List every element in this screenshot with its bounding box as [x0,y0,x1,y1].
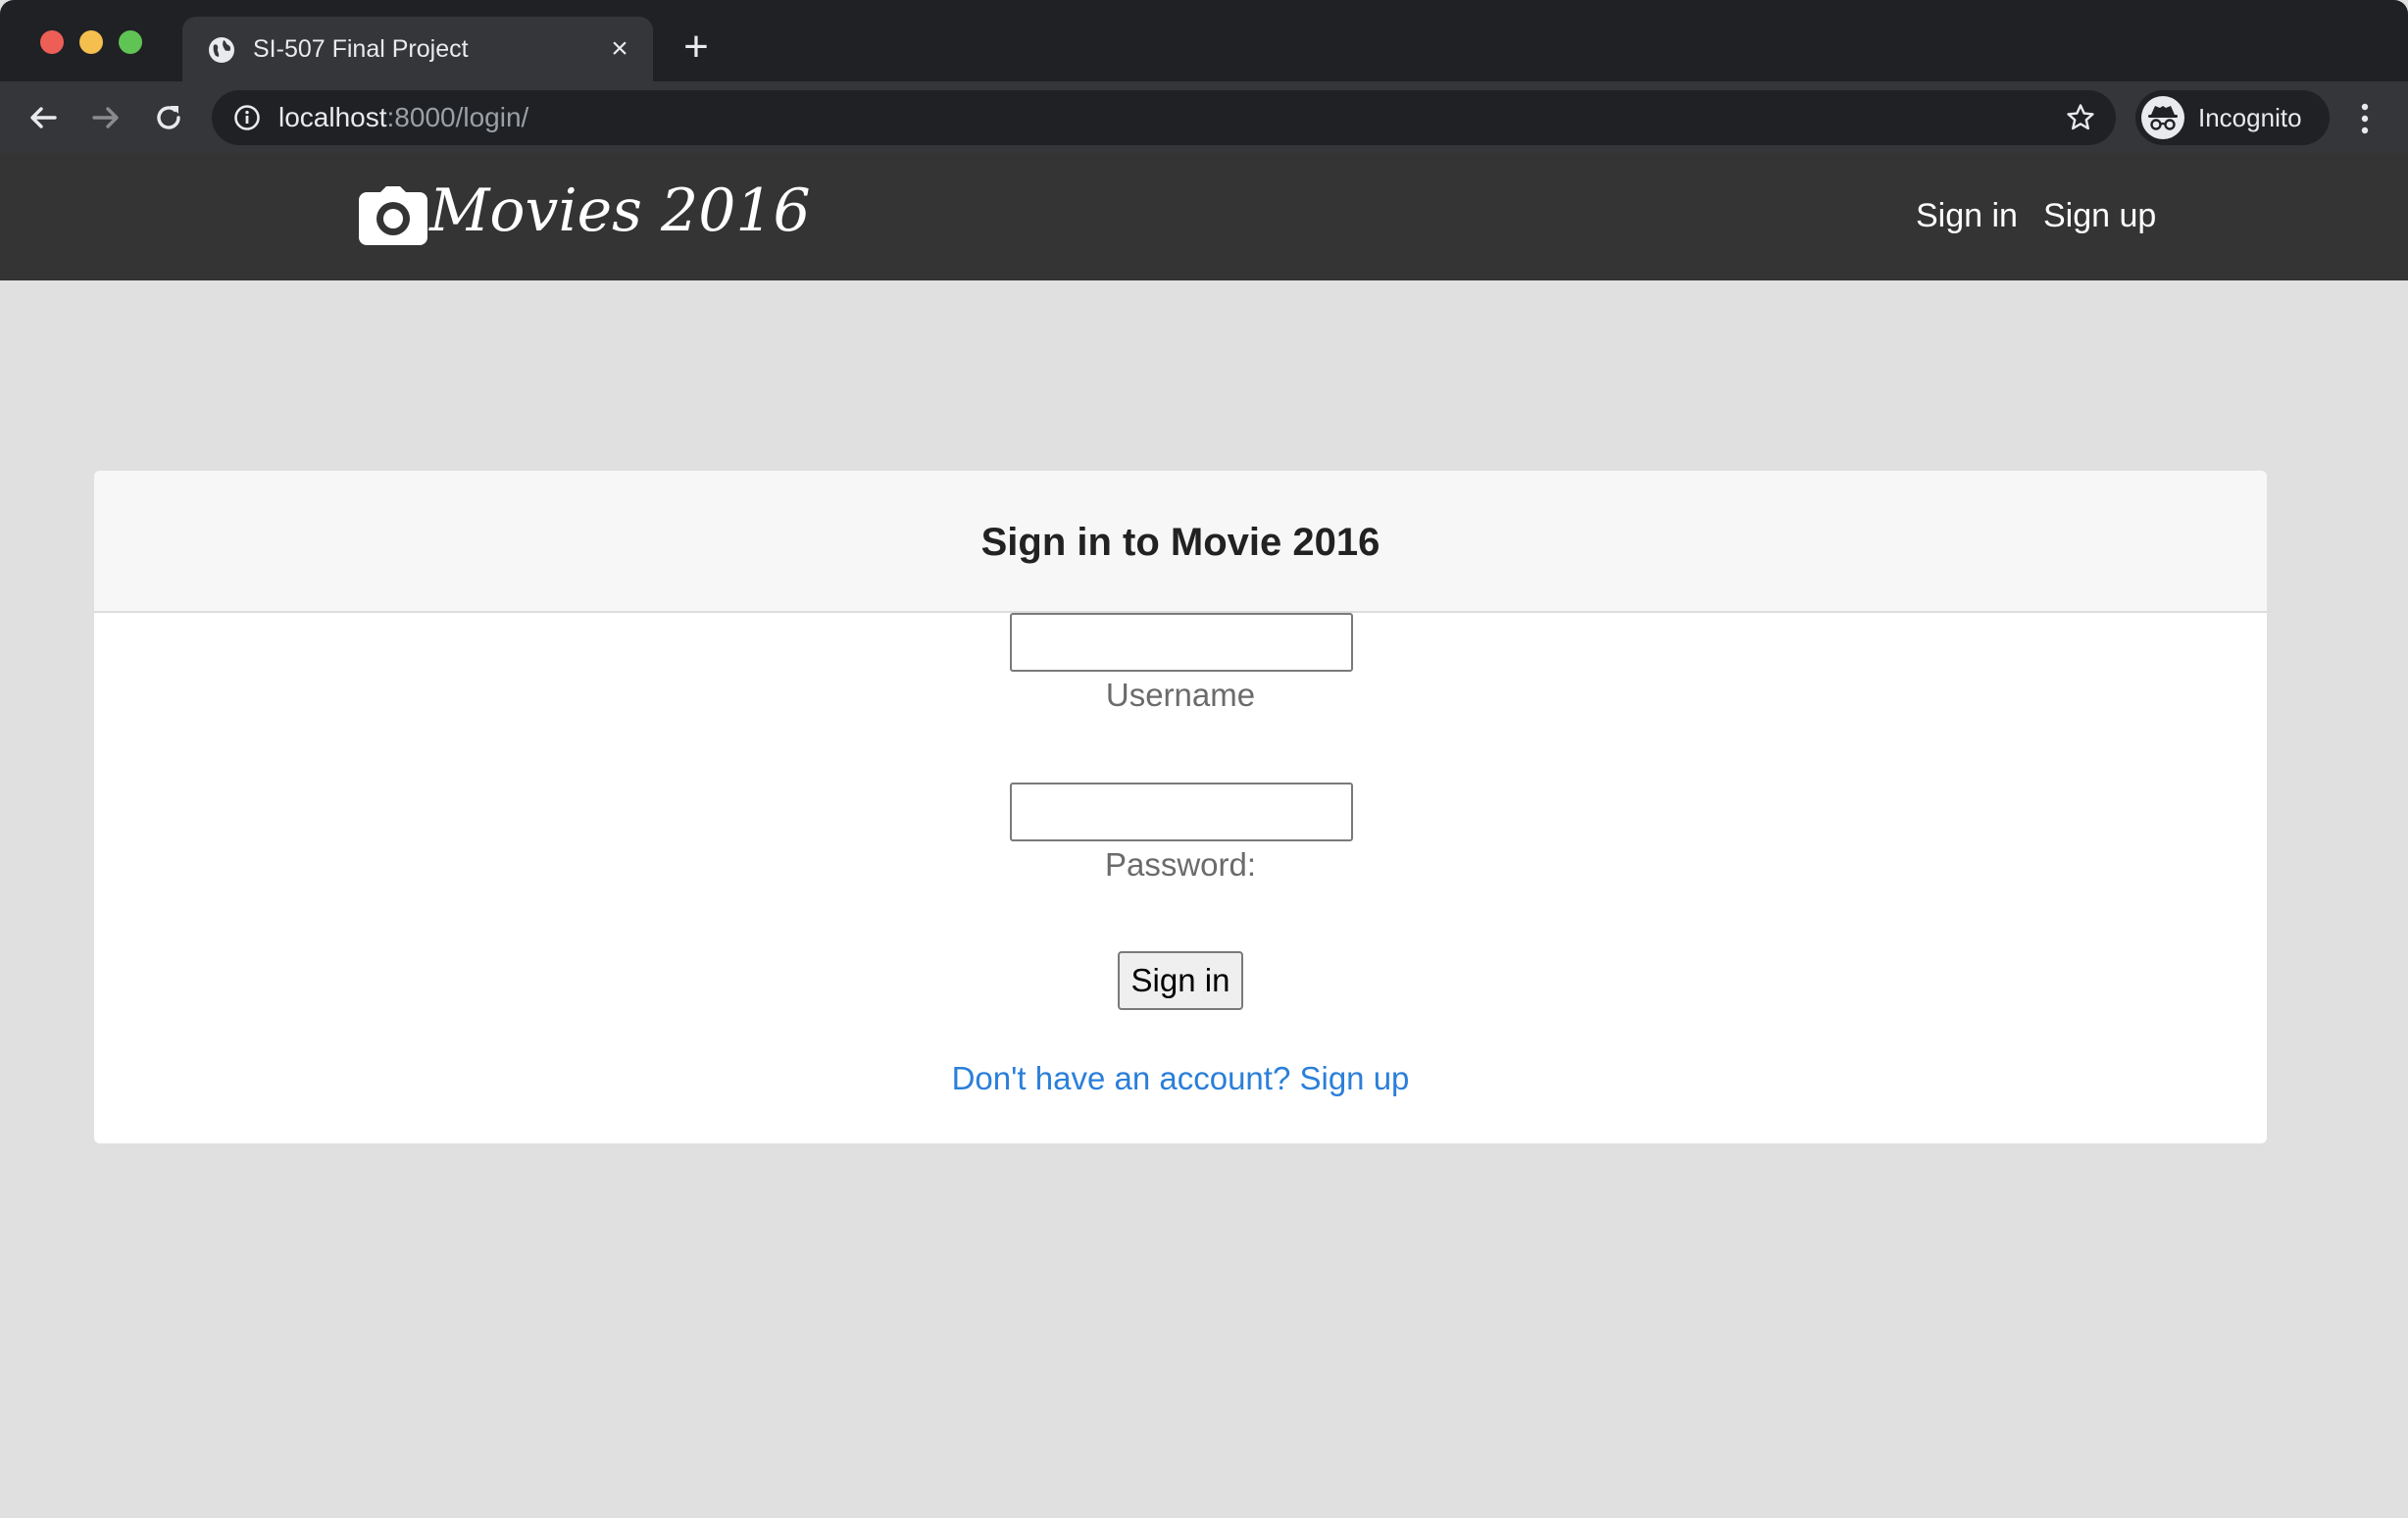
login-card: Sign in to Movie 2016 Username Password:… [94,471,2267,1143]
address-bar[interactable]: localhost:8000/login/ [212,90,2116,145]
close-window-button[interactable] [40,30,64,54]
back-button[interactable] [24,98,63,137]
close-tab-icon[interactable]: × [604,33,635,65]
site-navbar: Movies 2016 Sign in Sign up [0,153,2408,280]
url-host: localhost [278,102,387,132]
nav-signup-link[interactable]: Sign up [2043,196,2156,235]
nav-signin-link[interactable]: Sign in [1916,196,2018,235]
globe-icon [209,37,234,63]
info-icon[interactable] [233,104,261,131]
page-title: Sign in to Movie 2016 [980,521,1380,564]
new-tab-button[interactable]: + [677,25,716,69]
reload-icon [157,106,180,129]
url-path: :8000/login/ [386,102,529,132]
arrow-left-icon [30,107,57,128]
star-icon[interactable] [2065,102,2096,133]
password-label: Password: [1104,846,1257,883]
password-input[interactable] [1010,783,1353,841]
camera-icon [359,186,427,245]
username-label: Username [1105,677,1256,713]
incognito-label: Incognito [2198,103,2302,132]
maximize-window-button[interactable] [119,30,142,54]
brand-title: Movies 2016 [429,177,811,245]
browser-toolbar: localhost:8000/login/ Incognito [0,81,2408,153]
incognito-icon [2141,96,2184,139]
incognito-profile-button[interactable]: Incognito [2135,90,2330,145]
tab-title: SI-507 Final Project [253,35,469,63]
forward-button[interactable] [86,98,125,137]
minimize-window-button[interactable] [79,30,103,54]
tab-active[interactable]: SI-507 Final Project × [182,17,653,81]
card-header: Sign in to Movie 2016 [94,471,2267,613]
url-text: localhost:8000/login/ [278,102,528,133]
username-input[interactable] [1010,613,1353,672]
browser-window: SI-507 Final Project × + localhost:8000/… [0,0,2408,1518]
signin-button[interactable]: Sign in [1118,951,1243,1010]
signup-link[interactable]: Don't have an account? Sign up [94,1059,2267,1098]
more-vertical-icon[interactable] [2349,101,2381,136]
arrow-right-icon [92,107,119,128]
tab-strip: SI-507 Final Project × + [0,0,2408,81]
reload-button[interactable] [149,98,188,137]
